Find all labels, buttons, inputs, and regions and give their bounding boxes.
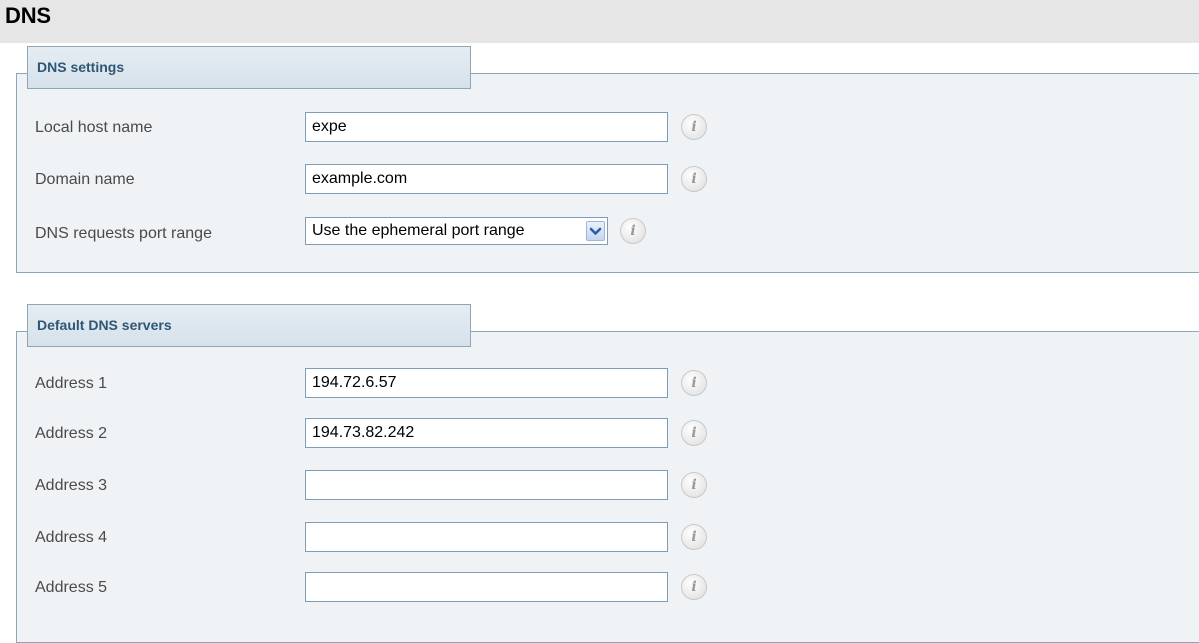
address-5-input[interactable] [305, 572, 668, 602]
address-2-label: Address 2 [35, 425, 108, 442]
port-range-label: DNS requests port range [35, 225, 212, 242]
info-icon[interactable]: i [681, 472, 707, 498]
info-icon[interactable]: i [681, 420, 707, 446]
dns-settings-tab: DNS settings [27, 46, 471, 89]
address-1-label: Address 1 [35, 375, 108, 392]
dns-servers-heading: Default DNS servers [37, 317, 172, 333]
address-row: Address 4 i [17, 522, 1197, 554]
address-1-input[interactable] [305, 368, 668, 398]
address-row: Address 3 i [17, 470, 1197, 502]
dns-servers-section: Default DNS servers Address 1 i Address … [16, 304, 1199, 643]
local-host-name-row: Local host name i [17, 112, 1197, 144]
port-range-selected-value: Use the ephemeral port range [312, 222, 525, 239]
domain-name-row: Domain name i [17, 164, 1197, 196]
info-icon[interactable]: i [620, 218, 646, 244]
info-icon[interactable]: i [681, 524, 707, 550]
domain-name-label: Domain name [35, 171, 135, 188]
page-title: DNS [5, 3, 51, 28]
page-header: DNS [0, 0, 1199, 43]
local-host-name-input[interactable] [305, 112, 668, 142]
address-4-label: Address 4 [35, 529, 108, 546]
info-icon[interactable]: i [681, 574, 707, 600]
info-icon[interactable]: i [681, 166, 707, 192]
address-3-input[interactable] [305, 470, 668, 500]
local-host-name-label: Local host name [35, 119, 153, 136]
address-3-label: Address 3 [35, 477, 108, 494]
address-row: Address 1 i [17, 368, 1197, 400]
address-5-label: Address 5 [35, 579, 108, 596]
info-icon[interactable]: i [681, 370, 707, 396]
dns-settings-section: DNS settings Local host name i Domain na… [16, 46, 1199, 273]
dns-settings-heading: DNS settings [37, 59, 125, 75]
chevron-down-icon[interactable] [586, 221, 605, 241]
address-row: Address 5 i [17, 572, 1197, 604]
address-row: Address 2 i [17, 418, 1197, 450]
address-4-input[interactable] [305, 522, 668, 552]
dns-servers-tab: Default DNS servers [27, 304, 471, 347]
info-icon[interactable]: i [681, 114, 707, 140]
address-2-input[interactable] [305, 418, 668, 448]
port-range-row: DNS requests port range Use the ephemera… [17, 217, 1197, 250]
port-range-select[interactable]: Use the ephemeral port range [305, 217, 608, 245]
domain-name-input[interactable] [305, 164, 668, 194]
